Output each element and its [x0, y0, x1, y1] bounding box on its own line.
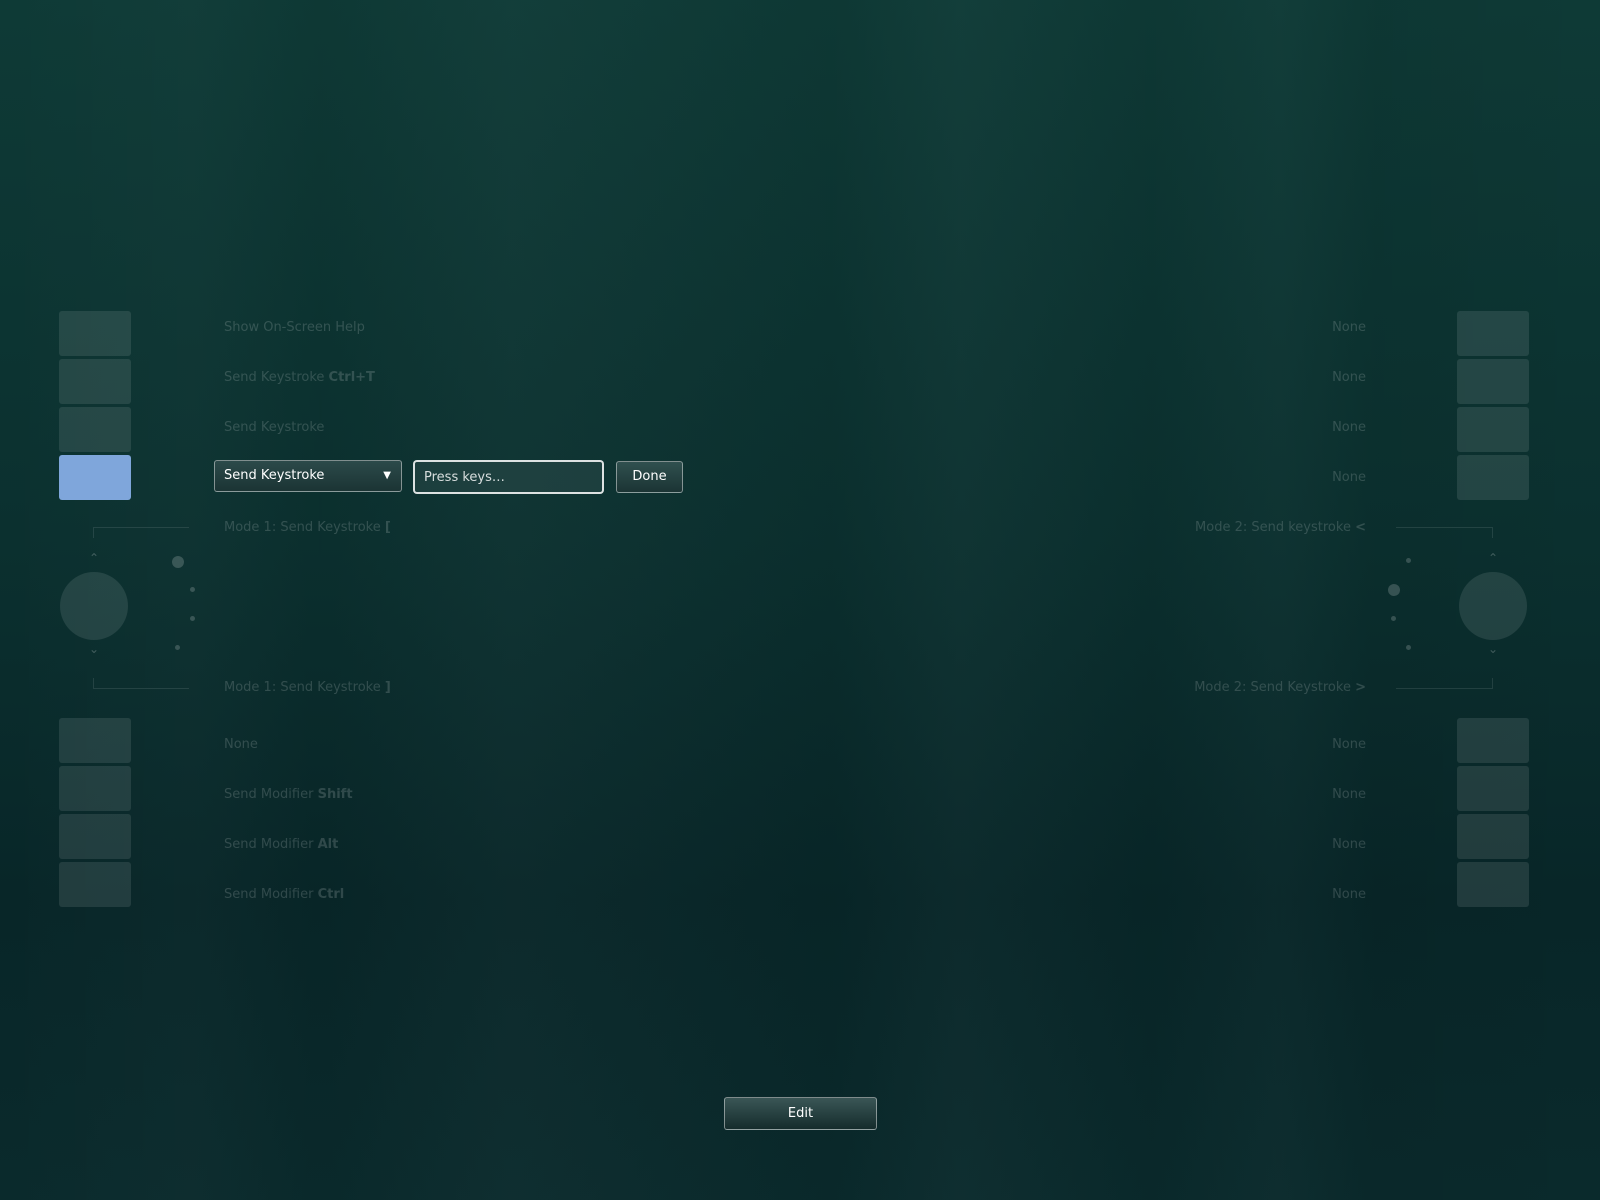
- left-ring-up-connector: [93, 527, 189, 538]
- left-ring-mode-dot-4: [175, 645, 180, 650]
- left-ring-down-label: Mode 1: Send Keystroke ]: [224, 680, 391, 695]
- left-pad-button-4-active[interactable]: [59, 455, 131, 500]
- right-pad-button-1[interactable]: [1457, 311, 1529, 356]
- right-button-1-label: None: [1332, 320, 1366, 335]
- right-pad-button-3[interactable]: [1457, 407, 1529, 452]
- action-type-selected: Send Keystroke: [224, 468, 325, 483]
- right-pad-button-5[interactable]: [1457, 718, 1529, 763]
- right-button-6-label: None: [1332, 787, 1366, 802]
- left-pad-button-6[interactable]: [59, 766, 131, 811]
- left-ring-down-connector: [93, 678, 189, 689]
- right-ring-mode-dot-3: [1391, 616, 1396, 621]
- right-pad-button-2[interactable]: [1457, 359, 1529, 404]
- left-ring-mode-dot-2: [190, 587, 195, 592]
- right-button-8-label: None: [1332, 887, 1366, 902]
- left-button-7-label: Send Modifier Alt: [224, 837, 339, 852]
- right-ring-mode-dot-2: [1388, 584, 1400, 596]
- left-button-1-label: Show On-Screen Help: [224, 320, 365, 335]
- left-pad-button-3[interactable]: [59, 407, 131, 452]
- right-pad-button-7[interactable]: [1457, 814, 1529, 859]
- right-button-4-label: None: [1332, 470, 1366, 485]
- left-button-3-label: Send Keystroke: [224, 420, 325, 435]
- right-ring-up-label: Mode 2: Send keystroke <: [1195, 520, 1366, 535]
- left-pad-button-5[interactable]: [59, 718, 131, 763]
- left-pad-button-1[interactable]: [59, 311, 131, 356]
- left-button-6-label: Send Modifier Shift: [224, 787, 353, 802]
- right-ring-chevron-up-icon: ⌃: [1487, 551, 1499, 565]
- right-ring-mode-dot-4: [1406, 645, 1411, 650]
- right-ring-down-label: Mode 2: Send Keystroke >: [1194, 680, 1366, 695]
- right-pad-button-6[interactable]: [1457, 766, 1529, 811]
- done-button[interactable]: Done: [616, 461, 683, 493]
- keystroke-input[interactable]: [413, 460, 604, 494]
- edit-button[interactable]: Edit: [724, 1097, 877, 1130]
- right-ring-chevron-down-icon: ⌄: [1487, 642, 1499, 656]
- dropdown-arrow-icon: ▼: [383, 470, 391, 481]
- left-ring-mode-dot-1: [172, 556, 184, 568]
- left-button-8-label: Send Modifier Ctrl: [224, 887, 345, 902]
- right-button-3-label: None: [1332, 420, 1366, 435]
- left-touch-ring[interactable]: [60, 572, 128, 640]
- right-button-7-label: None: [1332, 837, 1366, 852]
- action-type-dropdown[interactable]: Send Keystroke ▼: [214, 460, 402, 492]
- right-ring-down-connector: [1396, 678, 1493, 689]
- right-pad-button-4[interactable]: [1457, 455, 1529, 500]
- right-ring-up-connector: [1396, 527, 1493, 538]
- right-button-5-label: None: [1332, 737, 1366, 752]
- left-ring-up-label: Mode 1: Send Keystroke [: [224, 520, 391, 535]
- tablet-osd: Show On-Screen Help Send Keystroke Ctrl+…: [0, 0, 1600, 1200]
- right-button-2-label: None: [1332, 370, 1366, 385]
- left-ring-mode-dot-3: [190, 616, 195, 621]
- right-ring-mode-dot-1: [1406, 558, 1411, 563]
- left-pad-button-2[interactable]: [59, 359, 131, 404]
- left-ring-chevron-down-icon: ⌄: [88, 642, 100, 656]
- left-ring-chevron-up-icon: ⌃: [88, 551, 100, 565]
- left-pad-button-8[interactable]: [59, 862, 131, 907]
- left-pad-button-7[interactable]: [59, 814, 131, 859]
- left-button-2-label: Send Keystroke Ctrl+T: [224, 370, 375, 385]
- left-button-5-label: None: [224, 737, 258, 752]
- right-touch-ring[interactable]: [1459, 572, 1527, 640]
- right-pad-button-8[interactable]: [1457, 862, 1529, 907]
